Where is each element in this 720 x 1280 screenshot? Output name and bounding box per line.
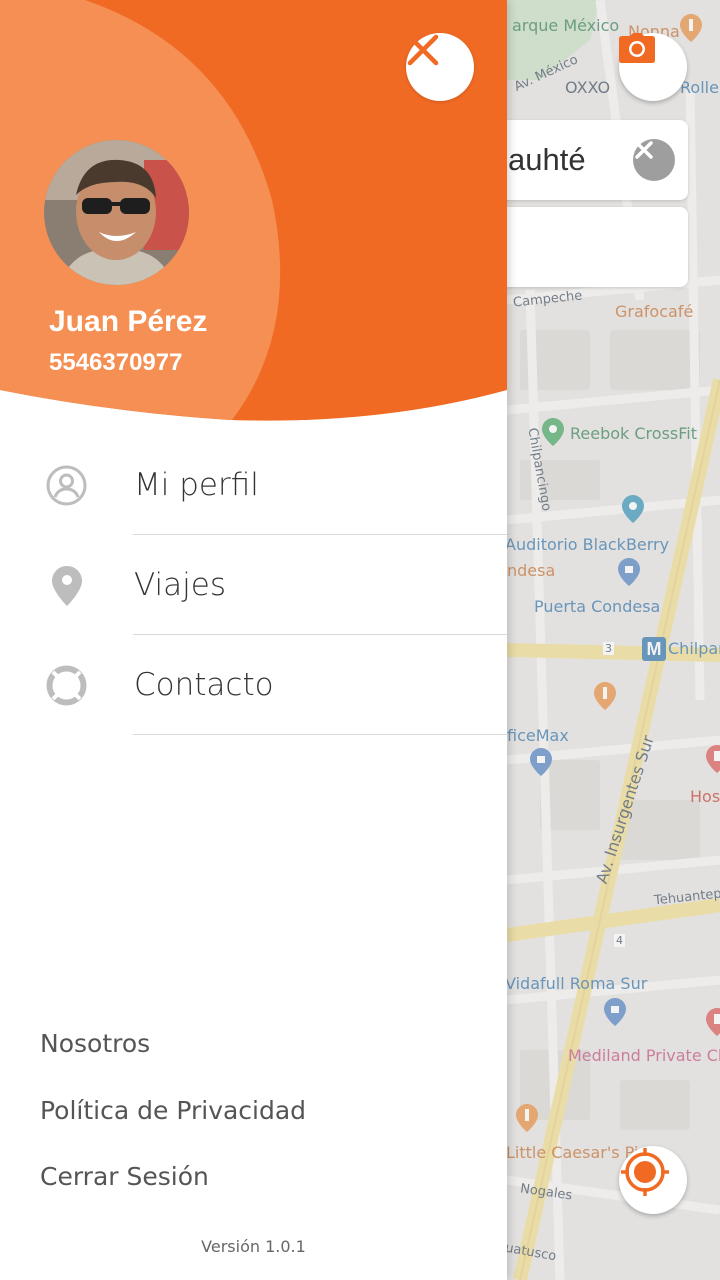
menu-item-profile[interactable]: Mi perfil	[0, 436, 507, 536]
map-label: 3	[603, 642, 614, 655]
map-label: Puerta Condesa	[534, 597, 661, 616]
camera-icon	[619, 33, 655, 63]
map-label: Auditorio BlackBerry	[505, 535, 670, 554]
destination-search-field[interactable]	[480, 207, 688, 287]
link-about-us[interactable]: Nosotros	[40, 1029, 150, 1058]
avatar-photo	[44, 140, 189, 285]
map-label: Reebok CrossFit	[570, 424, 697, 443]
avatar[interactable]	[44, 140, 189, 285]
menu-item-trips[interactable]: Viajes	[0, 536, 507, 636]
menu-divider	[133, 534, 507, 535]
menu-divider	[133, 634, 507, 635]
map-label: Rolle	[680, 78, 719, 97]
drawer-header: Juan Pérez 5546370977	[0, 0, 507, 430]
map-label: Mediland Private Cli	[568, 1046, 720, 1065]
profile-icon	[46, 465, 87, 506]
menu-divider	[133, 734, 507, 735]
location-pin-icon	[52, 566, 82, 606]
poi-pin-icon[interactable]	[622, 495, 644, 523]
clear-search-button[interactable]	[633, 139, 675, 181]
camera-button[interactable]	[619, 33, 687, 101]
map-label: Grafocafé	[615, 302, 694, 321]
map-label: OXXO	[565, 78, 611, 97]
map-label: Hos	[690, 787, 720, 806]
poi-pin-icon[interactable]	[530, 748, 552, 776]
map-label: Vidafull Roma Sur	[505, 974, 648, 993]
poi-pin-icon[interactable]	[594, 682, 616, 710]
poi-pin-icon[interactable]	[706, 745, 720, 773]
close-icon	[635, 141, 653, 159]
origin-search-text: auhté	[508, 142, 586, 177]
metro-icon: M	[642, 637, 666, 661]
poi-pin-icon[interactable]	[680, 14, 702, 42]
poi-pin-icon[interactable]	[618, 558, 640, 586]
poi-pin-icon[interactable]	[604, 998, 626, 1026]
menu-item-label: Mi perfil	[134, 467, 259, 503]
menu-item-label: Contacto	[134, 667, 274, 703]
user-phone: 5546370977	[49, 349, 183, 376]
user-name: Juan Pérez	[49, 305, 208, 338]
map-label: ficeMax	[507, 726, 569, 745]
map-label: ndesa	[507, 561, 556, 580]
menu-item-contact[interactable]: Contacto	[0, 636, 507, 736]
poi-pin-icon[interactable]	[516, 1104, 538, 1132]
close-drawer-button[interactable]	[406, 33, 474, 101]
poi-pin-icon[interactable]	[542, 418, 564, 446]
link-privacy-policy[interactable]: Política de Privacidad	[40, 1096, 306, 1125]
crosshair-icon	[621, 1148, 669, 1196]
map-label: 4	[614, 934, 625, 947]
app-version: Versión 1.0.1	[201, 1237, 306, 1256]
map-label: arque México	[512, 16, 620, 35]
lifebuoy-icon	[46, 665, 87, 706]
my-location-button[interactable]	[619, 1146, 687, 1214]
menu-item-label: Viajes	[134, 567, 226, 603]
link-logout[interactable]: Cerrar Sesión	[40, 1162, 209, 1191]
map-label: Chilpan	[668, 639, 720, 658]
navigation-drawer: Juan Pérez 5546370977 Mi perfil Viajes C…	[0, 0, 507, 1280]
poi-pin-icon[interactable]	[706, 1008, 720, 1036]
close-icon	[407, 34, 439, 66]
